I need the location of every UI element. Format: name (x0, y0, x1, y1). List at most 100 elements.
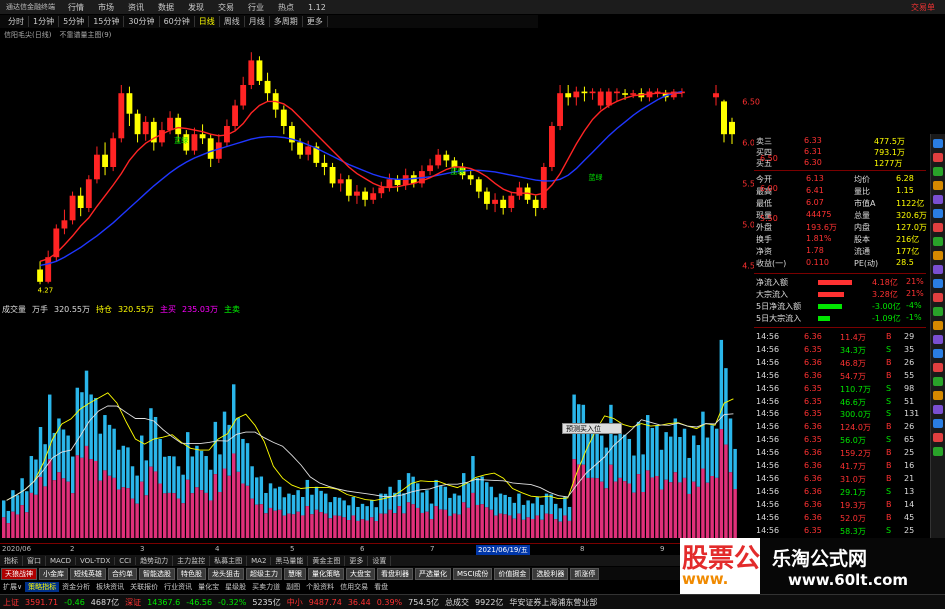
function-tab[interactable]: 龙头狙击 (208, 567, 244, 580)
function-tab[interactable]: 小金库 (39, 567, 68, 580)
sub-tab[interactable]: 信用交易 (337, 582, 371, 592)
sub-tab[interactable]: 看盘 (371, 582, 391, 592)
menu-item-discover[interactable]: 发现 (181, 2, 211, 13)
indicator-tab[interactable]: 窗口 (23, 555, 46, 566)
function-tab[interactable]: 看盘利器 (377, 567, 413, 580)
menu-item-market[interactable]: 市场 (91, 2, 121, 13)
period-tab-week[interactable]: 周线 (220, 16, 245, 27)
side-tool-icon[interactable] (933, 433, 943, 442)
menu-item-news[interactable]: 资讯 (121, 2, 151, 13)
period-tab-30min[interactable]: 30分钟 (124, 16, 160, 27)
side-tool-icon[interactable] (933, 363, 943, 372)
indicator-tab[interactable]: VOL-TDX (76, 556, 116, 565)
function-tab[interactable]: 合约单 (108, 567, 137, 580)
indicator-tab[interactable]: 更多 (345, 555, 369, 566)
function-tab[interactable]: 特色股 (177, 567, 206, 580)
function-tab[interactable]: MSCI成份 (453, 567, 493, 580)
side-tool-icon[interactable] (933, 195, 943, 204)
sub-tab[interactable]: 扩展∨ (0, 582, 25, 592)
side-tool-icon[interactable] (933, 209, 943, 218)
side-tool-icon[interactable] (933, 307, 943, 316)
divider (754, 273, 926, 274)
candle-body (110, 138, 117, 167)
period-tab-1min[interactable]: 1分钟 (29, 16, 60, 27)
volume-bar (498, 493, 503, 514)
side-tool-icon[interactable] (933, 447, 943, 456)
function-tab[interactable]: 严选量化 (415, 567, 451, 580)
indicator-tab[interactable]: MA2 (247, 556, 272, 565)
period-tab-timeshare[interactable]: 分时 (4, 16, 29, 27)
volume-bar (425, 490, 429, 512)
sub-tab[interactable]: 行业资讯 (161, 582, 195, 592)
function-tab[interactable]: 慧眼 (284, 567, 306, 580)
side-tool-icon[interactable] (933, 265, 943, 274)
side-tool-icon[interactable] (933, 349, 943, 358)
side-tool-icon[interactable] (933, 279, 943, 288)
side-tool-icon[interactable] (933, 335, 943, 344)
function-tab[interactable]: 天狼战神 (1, 567, 37, 580)
side-tool-icon[interactable] (933, 237, 943, 246)
volume-bar (130, 466, 135, 499)
fund-flow-value: -1.09亿 (872, 314, 901, 323)
indicator-tab[interactable]: 私募主图 (210, 555, 248, 566)
side-tool-icon[interactable] (933, 139, 943, 148)
indicator-tab[interactable]: 黄金主图 (308, 555, 346, 566)
period-tab-5min[interactable]: 5分钟 (59, 16, 90, 27)
candlestick-chart[interactable]: 6.506.005.505.004.504.27蓝绿蓝绿蓝绿 (0, 40, 760, 302)
side-tool-icon[interactable] (933, 321, 943, 330)
side-tool-icon[interactable] (933, 391, 943, 400)
indicator-tab[interactable]: CCI (115, 556, 137, 565)
period-tab-more[interactable]: 更多 (303, 16, 328, 27)
indicator-tab[interactable]: 设置 (368, 555, 392, 566)
side-tool-icon[interactable] (933, 153, 943, 162)
period-tab-multi[interactable]: 多周期 (270, 16, 303, 27)
period-tab-day[interactable]: 日线 (195, 16, 220, 27)
side-tool-icon[interactable] (933, 377, 943, 386)
sub-tab[interactable]: 资金分析 (59, 582, 93, 592)
fund-flow-percent: 21% (906, 277, 924, 286)
menu-item-quotes[interactable]: 行情 (61, 2, 91, 13)
indicator-tab[interactable]: MACD (46, 556, 76, 565)
period-tab-month[interactable]: 月线 (245, 16, 270, 27)
side-toolbar[interactable] (930, 134, 945, 542)
sub-tab[interactable]: 板块资讯 (93, 582, 127, 592)
side-tool-icon[interactable] (933, 251, 943, 260)
function-tab[interactable]: 智能选股 (139, 567, 175, 580)
indicator-tab[interactable]: 趋势动力 (136, 555, 174, 566)
period-tab-60min[interactable]: 60分钟 (160, 16, 195, 27)
function-tab[interactable]: 短线英雄 (70, 567, 106, 580)
sub-tab[interactable]: 买卖力道 (249, 582, 283, 592)
menu-item-date[interactable]: 1.12 (301, 3, 333, 12)
menu-item-trade[interactable]: 交易 (211, 2, 241, 13)
period-tab-15min[interactable]: 15分钟 (89, 16, 125, 27)
menu-item-hot[interactable]: 热点 (271, 2, 301, 13)
indicator-tab[interactable]: 指标 (0, 555, 23, 566)
sub-tab[interactable]: 个股资料 (303, 582, 337, 592)
indicator-tab[interactable]: 黑马量能 (271, 555, 309, 566)
side-tool-icon[interactable] (933, 419, 943, 428)
function-tab[interactable]: 抓涨停 (570, 567, 600, 580)
volume-bar-inner (236, 471, 241, 538)
indicator-tab[interactable]: 主力监控 (173, 555, 211, 566)
function-tab[interactable]: 价值掘金 (494, 567, 531, 580)
menu-item-data[interactable]: 数据 (151, 2, 181, 13)
side-tool-icon[interactable] (933, 405, 943, 414)
sub-tab[interactable]: 关联报价 (127, 582, 161, 592)
function-tab[interactable]: 选股利器 (532, 567, 569, 580)
function-tab[interactable]: 大盘宝 (346, 567, 375, 580)
side-tool-icon[interactable] (933, 293, 943, 302)
function-tab[interactable]: 量化策略 (308, 567, 344, 580)
quote-price: 6.30 (804, 158, 822, 167)
side-tool-icon[interactable] (933, 181, 943, 190)
sub-tab[interactable]: 策略指标 (25, 582, 60, 592)
sub-tab[interactable]: 星级股 (222, 582, 249, 592)
sub-tab[interactable]: 副图 (283, 582, 303, 592)
sub-tab[interactable]: 量化宝 (195, 582, 222, 592)
function-tab[interactable]: 超级主力 (246, 567, 282, 580)
side-tool-icon[interactable] (933, 223, 943, 232)
volume-chart[interactable] (0, 316, 745, 544)
trade-order-button[interactable]: 交易单 (911, 2, 945, 13)
menu-item-industry[interactable]: 行业 (241, 2, 271, 13)
side-tool-icon[interactable] (933, 167, 943, 176)
tick-direction: B (886, 370, 892, 380)
